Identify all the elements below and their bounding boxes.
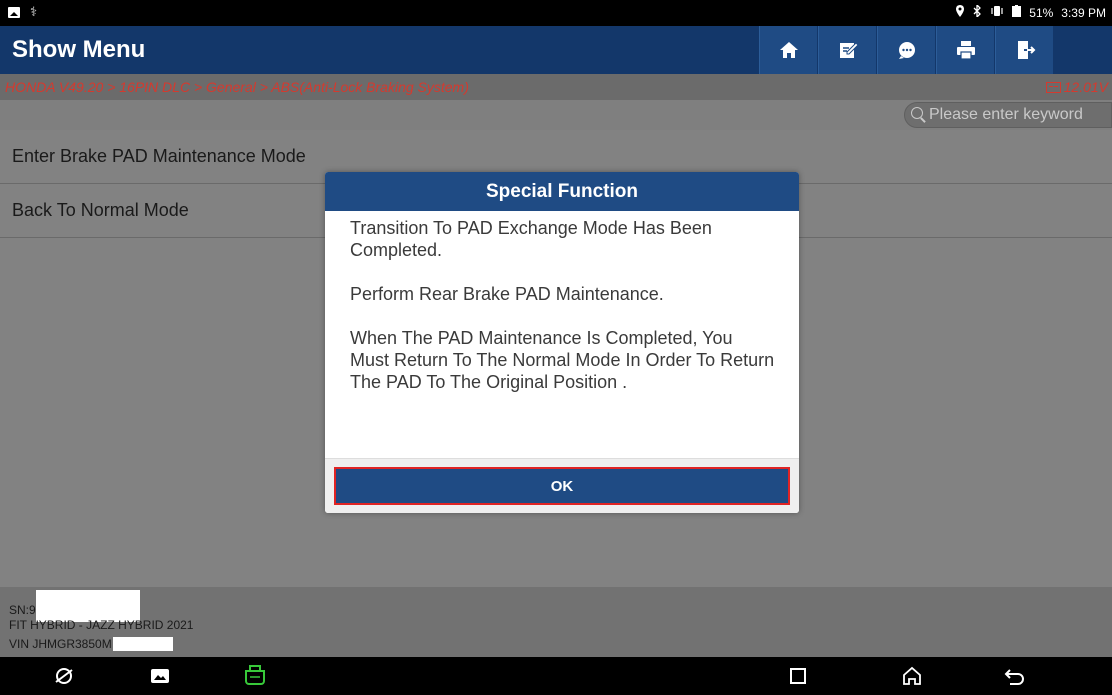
battery-percent: 51% <box>1029 5 1054 20</box>
search-row <box>0 100 1112 130</box>
back-arrow-icon <box>1004 669 1024 685</box>
car-battery-icon <box>1045 81 1061 93</box>
app-header: Show Menu <box>0 26 1112 74</box>
diagnostic-notification-icon: ⚕ <box>30 4 38 19</box>
vin-text: VIN JHMGR3850M <box>9 637 112 651</box>
dialog-title: Special Function <box>325 172 799 211</box>
voltage-readout: 12.01V <box>1045 79 1108 95</box>
special-function-dialog: Special Function Transition To PAD Excha… <box>325 172 799 513</box>
orbit-browser-icon <box>55 668 73 684</box>
search-icon <box>911 107 927 123</box>
vibrate-icon <box>990 5 1004 20</box>
voltage-value: 12.01V <box>1063 79 1108 95</box>
print-button[interactable] <box>936 26 994 74</box>
vehicle-model: FIT HYBRID - JAZZ HYBRID 2021 <box>9 618 194 632</box>
system-nav-bar <box>0 657 1112 695</box>
gallery-icon <box>151 669 169 683</box>
edit-icon <box>839 42 859 58</box>
home-button[interactable] <box>759 26 817 74</box>
home-nav-button[interactable] <box>900 664 924 688</box>
browser-nav-button[interactable] <box>52 664 76 688</box>
vin-number: VIN JHMGR3850M <box>9 636 173 651</box>
bluetooth-icon <box>973 3 982 20</box>
chat-button[interactable] <box>877 26 935 74</box>
recents-button[interactable] <box>786 664 810 688</box>
serial-number-text: SN:9 <box>9 603 36 618</box>
vci-connector-icon <box>245 665 265 685</box>
gallery-nav-button[interactable] <box>148 664 172 688</box>
dialog-footer: OK <box>325 458 799 513</box>
location-icon <box>955 5 965 20</box>
breadcrumb-bar: HONDA V49.20 > 16PIN DLC > General > ABS… <box>0 74 1112 100</box>
recents-square-icon <box>790 668 806 684</box>
vci-nav-button[interactable] <box>243 664 267 688</box>
clock: 3:39 PM <box>1061 5 1106 20</box>
home-icon <box>779 42 798 58</box>
chat-icon <box>898 42 915 59</box>
exit-button[interactable] <box>995 26 1053 74</box>
gallery-notification-icon <box>8 6 20 18</box>
home-outline-icon <box>903 666 921 685</box>
edit-button[interactable] <box>818 26 876 74</box>
dialog-paragraph: Transition To PAD Exchange Mode Has Been… <box>350 218 712 260</box>
back-nav-button[interactable] <box>1003 664 1027 688</box>
search-box[interactable] <box>904 102 1112 128</box>
ok-button[interactable]: OK <box>334 467 790 505</box>
status-bar: ⚕ 51% 3:39 PM <box>0 0 1112 26</box>
vehicle-info-footer: SN:9 FIT HYBRID - JAZZ HYBRID 2021 VIN J… <box>0 587 1112 657</box>
battery-icon <box>1012 5 1022 20</box>
dialog-paragraph: Perform Rear Brake PAD Maintenance. <box>350 284 664 304</box>
search-input[interactable] <box>929 106 1109 124</box>
dialog-paragraph: When The PAD Maintenance Is Completed, Y… <box>350 328 775 392</box>
print-icon <box>956 41 975 60</box>
exit-icon <box>1017 41 1035 59</box>
page-title: Show Menu <box>12 36 146 63</box>
dialog-message: Transition To PAD Exchange Mode Has Been… <box>325 211 799 458</box>
vin-redaction-mask <box>112 636 173 651</box>
breadcrumb: HONDA V49.20 > 16PIN DLC > General > ABS… <box>5 79 469 95</box>
